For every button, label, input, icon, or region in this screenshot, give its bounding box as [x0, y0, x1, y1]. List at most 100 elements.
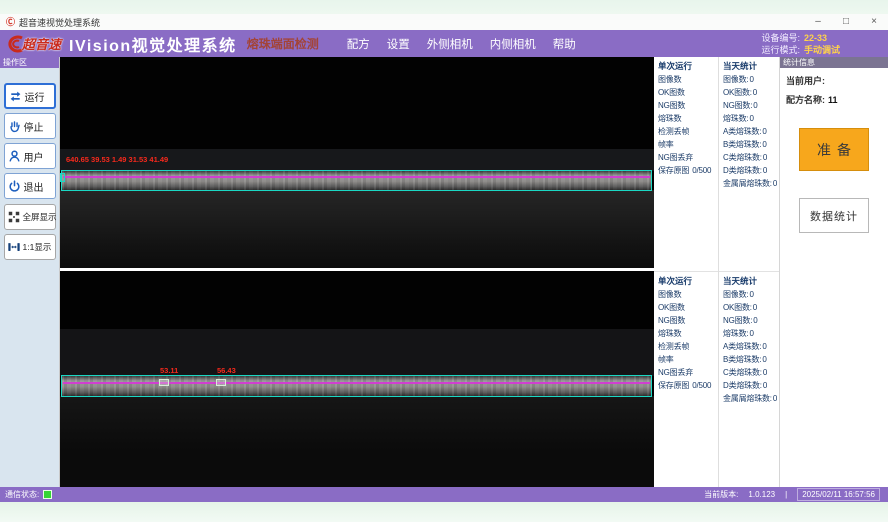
run-button[interactable]: 运行	[4, 83, 56, 109]
defect-box	[216, 379, 226, 386]
stat-row: D类熔珠数:0	[723, 164, 779, 177]
image-band	[60, 396, 654, 487]
stat-value: 0	[763, 368, 767, 377]
panel-header: 当天统计	[723, 274, 779, 288]
main-area: 操作区 运行 停止	[0, 57, 888, 487]
stat-row: C类熔珠数:0	[723, 366, 779, 379]
stat-row: 检测丢帧	[658, 125, 718, 138]
stat-row: A类熔珠数:0	[723, 340, 779, 353]
stat-label: NG图数:	[723, 101, 752, 110]
stat-row: 帧率	[658, 353, 718, 366]
menu-item-settings[interactable]: 设置	[387, 36, 410, 52]
stat-label: C类熔珠数:	[723, 368, 762, 377]
device-number-value: 22-33	[804, 32, 846, 44]
maximize-button[interactable]: □	[832, 14, 860, 30]
measurement-annotation: 640.65 39.53 1.49 31.53 41.49	[66, 155, 168, 164]
image-band	[60, 329, 654, 376]
stop-button[interactable]: 停止	[4, 113, 56, 139]
stat-row: NG图数:0	[723, 314, 779, 327]
device-info: 设备编号: 22-33 运行模式: 手动调试	[761, 32, 846, 56]
comm-status-green-indicator	[43, 490, 52, 499]
stat-value: 0/500	[692, 381, 711, 390]
exit-button[interactable]: 退出	[4, 173, 56, 199]
laser-line	[63, 382, 650, 384]
window-controls: – □ ×	[804, 14, 888, 30]
prepare-button[interactable]: 准备	[799, 128, 869, 171]
stat-label: 金属屑熔珠数:	[723, 179, 772, 188]
panel-header: 单次运行	[658, 59, 718, 73]
stat-value: 0	[773, 394, 777, 403]
stat-value: 0	[749, 75, 753, 84]
stat-row: 熔珠数:0	[723, 112, 779, 125]
one-to-one-button[interactable]: 1:1显示	[4, 234, 56, 260]
user-button-label: 用户	[24, 149, 44, 164]
daily-stats-column: 当天统计 图像数:0 OK图数:0 NG图数:0 熔珠数:0 A类熔珠数:0 B…	[718, 57, 779, 487]
stat-row: D类熔珠数:0	[723, 379, 779, 392]
image-band	[60, 190, 654, 268]
data-statistics-button[interactable]: 数据统计	[799, 198, 869, 233]
run-mode-value: 手动调试	[804, 44, 846, 56]
single-run-column: 单次运行 图像数 OK图数 NG图数 熔珠数 检测丢帧 帧率 NG图丢弃 保存原…	[654, 57, 718, 487]
stat-row: NG图丢弃	[658, 366, 718, 379]
user-icon	[7, 149, 22, 164]
stat-value: 0	[753, 316, 757, 325]
stat-label: 保存原图	[658, 381, 689, 390]
stat-row: 帧率	[658, 138, 718, 151]
stat-row: OK图数	[658, 86, 718, 99]
stat-row: 图像数	[658, 288, 718, 301]
camera-view-top: 640.65 39.53 1.49 31.53 41.49	[60, 57, 654, 268]
minimize-button[interactable]: –	[804, 14, 832, 30]
stop-button-label: 停止	[24, 119, 44, 134]
stat-value: 0	[762, 342, 766, 351]
stat-value: 0	[763, 166, 767, 175]
version-value: 1.0.123	[748, 490, 775, 499]
power-icon	[7, 179, 22, 194]
brand-name: 超音速	[22, 34, 61, 53]
measurement-annotation: 56.43	[217, 366, 236, 375]
close-button[interactable]: ×	[860, 14, 888, 30]
menu-item-outer-camera[interactable]: 外侧相机	[427, 36, 473, 52]
stat-row: OK图数:0	[723, 301, 779, 314]
weld-bead-strip	[62, 376, 651, 396]
sidebar-title: 操作区	[0, 57, 59, 68]
stat-row: 熔珠数	[658, 327, 718, 340]
stat-label: NG图数:	[723, 316, 752, 325]
brand-logo: 超音速	[2, 33, 61, 55]
one-to-one-button-label: 1:1显示	[23, 241, 52, 253]
operation-sidebar: 操作区 运行 停止	[0, 57, 60, 487]
menu-item-help[interactable]: 帮助	[553, 36, 576, 52]
current-user-label: 当前用户:	[786, 76, 825, 86]
stat-label: 保存原图	[658, 166, 689, 175]
app-header: 超音速 IVision视觉处理系统 熔珠端面检测 配方 设置 外侧相机 内侧相机…	[0, 30, 888, 57]
app-logo-icon: Ⓒ	[6, 18, 15, 27]
stat-value: 0/500	[692, 166, 711, 175]
stat-row: NG图数	[658, 99, 718, 112]
strip-texture	[62, 376, 651, 396]
stat-row: NG图丢弃	[658, 151, 718, 164]
single-run-panel-bottom: 单次运行 图像数 OK图数 NG图数 熔珠数 检测丢帧 帧率 NG图丢弃 保存原…	[654, 271, 718, 487]
fullscreen-button[interactable]: 全屏显示	[4, 204, 56, 230]
stat-label: B类熔珠数:	[723, 355, 761, 364]
run-mode-label: 运行模式:	[761, 44, 800, 56]
laser-line	[63, 176, 650, 178]
page-title: IVision视觉处理系统	[69, 32, 237, 56]
separator: |	[785, 490, 787, 499]
panel-header: 单次运行	[658, 274, 718, 288]
menu-item-inner-camera[interactable]: 内侧相机	[490, 36, 536, 52]
fullscreen-button-label: 全屏显示	[23, 211, 57, 223]
page-subtitle: 熔珠端面检测	[247, 35, 319, 52]
stat-row: 金属屑熔珠数:0	[723, 177, 779, 190]
comm-status-label: 通信状态:	[5, 489, 39, 500]
datetime: 2025/02/11 16:57:56	[797, 488, 880, 501]
recipe-name-value: 11	[828, 95, 838, 105]
user-button[interactable]: 用户	[4, 143, 56, 169]
stat-value: 0	[749, 290, 753, 299]
run-cycle-icon	[8, 89, 23, 104]
stat-row: A类熔珠数:0	[723, 125, 779, 138]
menu-item-recipe[interactable]: 配方	[347, 36, 370, 52]
os-titlebar: Ⓒ 超音速视觉处理系统 – □ ×	[0, 14, 888, 31]
stat-row: NG图数	[658, 314, 718, 327]
stat-label: 图像数:	[723, 290, 748, 299]
one-to-one-icon	[7, 240, 21, 254]
stat-row: 金属屑熔珠数:0	[723, 392, 779, 405]
